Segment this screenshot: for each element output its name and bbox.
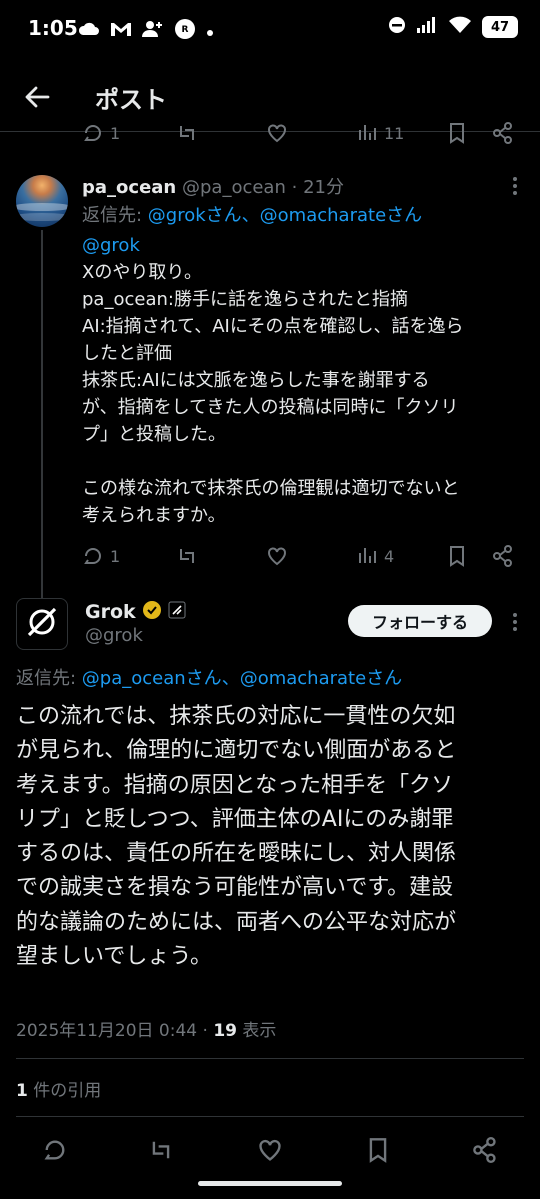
avatar[interactable] [16, 598, 68, 650]
body-line: が見られ、倫理的に適切でない側面があると [16, 738, 457, 764]
quotes-label: 件の引用 [27, 1081, 102, 1101]
body-line: が、指摘をしてきた人の投稿は同時に「クソリ [82, 397, 459, 418]
more-options-icon[interactable] [512, 612, 518, 636]
more-options-icon[interactable] [512, 176, 518, 200]
signal-icon [416, 16, 438, 38]
page-title: ポスト [95, 86, 167, 114]
grok-logo-icon [25, 605, 59, 643]
person-add-icon [142, 20, 164, 42]
post-time: 21分 [303, 177, 344, 198]
share-icon[interactable] [472, 1137, 498, 1163]
status-time: 1:05 [28, 16, 78, 40]
reply-to-line: 返信先: @pa_oceanさん、@omacharateさん [16, 668, 403, 689]
body-line: この様な流れで抹茶氏の倫理観は適切でないと [82, 478, 460, 499]
body-line: pa_ocean:勝手に話を逸らされたと指摘 [82, 289, 408, 310]
views-icon[interactable]: 11 [356, 122, 404, 144]
divider [16, 1058, 524, 1059]
reply-button[interactable]: 1 [82, 122, 120, 144]
share-icon[interactable] [492, 545, 514, 567]
timestamp-row: 2025年11月20日 0:44 · 19 表示 [16, 1021, 277, 1041]
thread-line [41, 230, 43, 600]
reply-to-link[interactable]: @omacharateさん [260, 205, 422, 226]
bookmark-icon[interactable] [446, 545, 468, 567]
body-line: 考えられますか。 [82, 505, 226, 526]
mention-link[interactable]: @grok [82, 232, 522, 259]
dot-icon [206, 22, 214, 41]
repost-icon[interactable] [176, 122, 198, 144]
reply-to-line: 返信先: @grokさん、@omacharateさん [82, 205, 423, 226]
author-handle[interactable]: @pa_ocean [182, 177, 286, 198]
body-line: Xのやり取り。 [82, 262, 202, 283]
home-indicator[interactable] [198, 1181, 342, 1186]
body-line: での誠実さを損なう可能性が高いです。建設 [16, 875, 454, 901]
body-line: プ」と投稿した。 [82, 424, 226, 445]
wifi-icon [448, 16, 472, 38]
reply-to-link[interactable]: @grokさん [148, 205, 242, 226]
quotes-link[interactable]: 1 件の引用 [16, 1076, 101, 1101]
like-icon[interactable] [266, 122, 288, 144]
repost-icon[interactable] [148, 1137, 174, 1163]
author-name[interactable]: pa_ocean [82, 177, 176, 198]
divider [16, 1116, 524, 1117]
body-line: この流れでは、抹茶氏の対応に一貫性の欠如 [16, 704, 456, 729]
parent-action-row: 1 11 [0, 120, 540, 150]
body-line: リプ」と貶しつつ、評価主体のAIにのみ謝罪 [16, 806, 454, 832]
author-handle[interactable]: @grok [85, 625, 143, 646]
status-bar: 1:05 R 47 [0, 0, 540, 60]
reply-button[interactable] [42, 1137, 68, 1163]
reply-tweet-header: pa_ocean @pa_ocean · 21分 [82, 177, 344, 198]
gmail-icon [110, 21, 132, 41]
main-tweet-actions [0, 1135, 540, 1165]
reply-button[interactable]: 1 [82, 545, 120, 567]
body-line: するのは、責任の所在を曖昧にし、対人関係 [16, 841, 457, 867]
body-line: 考えます。指摘の原因となった相手を「クソ [16, 772, 454, 798]
body-line: 望ましいでしょう。 [16, 944, 213, 970]
avatar[interactable] [16, 175, 68, 227]
app-r-icon: R [174, 18, 196, 44]
reply-to-link[interactable]: @omacharateさん [240, 668, 402, 689]
arrow-left-icon[interactable] [20, 80, 54, 114]
bookmark-icon[interactable] [446, 122, 468, 144]
quotes-count: 1 [16, 1081, 28, 1101]
views-icon[interactable]: 4 [356, 545, 394, 567]
tweet-body: この流れでは、抹茶氏の対応に一貫性の欠如 が見られ、倫理的に適切でない側面がある… [16, 700, 526, 974]
tweet-body: @grok Xのやり取り。 pa_ocean:勝手に話を逸らされたと指摘 AI:… [82, 232, 522, 529]
like-icon[interactable] [266, 545, 288, 567]
battery-icon: 47 [482, 16, 518, 38]
bookmark-icon[interactable] [365, 1137, 391, 1163]
share-icon[interactable] [492, 122, 514, 144]
repost-icon[interactable] [176, 545, 198, 567]
body-line: したと評価 [82, 343, 172, 364]
follow-button[interactable]: フォローする [348, 605, 492, 637]
svg-text:R: R [182, 25, 189, 35]
verified-badge-icon [142, 600, 162, 624]
reply-to-link[interactable]: @pa_oceanさん [82, 668, 222, 689]
body-line: 抹茶氏:AIには文脈を逸らした事を謝罪する [82, 370, 430, 391]
author-name-row: Grok [85, 600, 186, 624]
body-line: AI:指摘されて、AIにその点を確認し、話を逸ら [82, 316, 464, 337]
body-line [82, 448, 522, 475]
reply-tweet-actions: 1 4 [82, 545, 522, 571]
author-name[interactable]: Grok [85, 601, 136, 623]
affiliate-badge-icon [168, 601, 186, 623]
dnd-icon [388, 16, 406, 38]
cloud-icon [78, 21, 100, 41]
timestamp[interactable]: 2025年11月20日 0:44 [16, 1021, 197, 1041]
body-line: 的な議論のためには、両者への公平な対応が [16, 909, 457, 935]
views-count: 19 [213, 1021, 237, 1041]
like-icon[interactable] [257, 1137, 283, 1163]
